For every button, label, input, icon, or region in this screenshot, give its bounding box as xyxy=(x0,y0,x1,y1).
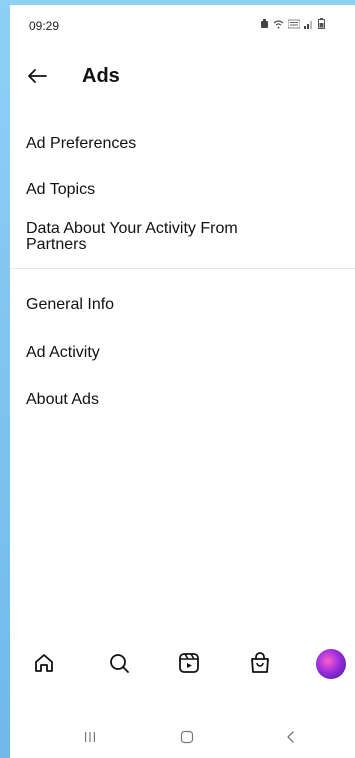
tab-shop[interactable] xyxy=(248,651,276,679)
menu-item-label-line1: Data About Your Activity From xyxy=(26,220,238,237)
bottom-tab-bar xyxy=(10,645,355,685)
profile-avatar[interactable] xyxy=(316,649,346,679)
menu-item-ad-topics[interactable]: Ad Topics xyxy=(26,181,326,199)
search-icon xyxy=(110,654,129,673)
back-button[interactable] xyxy=(24,63,50,89)
status-icons xyxy=(260,18,325,29)
wifi-icon xyxy=(273,19,284,28)
menu-item-ad-activity[interactable]: Ad Activity xyxy=(26,344,326,362)
tab-search[interactable] xyxy=(107,651,135,679)
status-time: 09:29 xyxy=(29,19,60,33)
system-nav-bar xyxy=(10,713,355,758)
menu-item-ad-preferences[interactable]: Ad Preferences xyxy=(26,135,326,153)
home-icon xyxy=(35,654,53,672)
menu-item-label-line2: Partners xyxy=(26,236,87,253)
tab-reels[interactable] xyxy=(177,651,205,679)
app-screen: 09:29 Ads Ad Preferences Ad Topics Data … xyxy=(10,5,355,758)
menu-item-general-info[interactable]: General Info xyxy=(26,296,326,314)
tab-home[interactable] xyxy=(32,651,60,679)
recent-apps-icon xyxy=(85,732,95,742)
arrow-left-icon xyxy=(28,69,47,83)
back-nav-button[interactable] xyxy=(281,727,301,747)
volte-icon xyxy=(288,19,300,28)
page-title: Ads xyxy=(82,65,120,87)
alarm-icon xyxy=(261,18,268,28)
reels-icon xyxy=(179,653,199,673)
recent-apps-button[interactable] xyxy=(80,727,100,747)
menu-item-about-ads[interactable]: About Ads xyxy=(26,391,326,409)
device-frame: 09:29 Ads Ad Preferences Ad Topics Data … xyxy=(0,0,355,758)
status-bar: 09:29 xyxy=(10,5,355,49)
home-nav-button[interactable] xyxy=(177,727,197,747)
home-button-icon xyxy=(180,730,194,744)
signal-icon xyxy=(304,20,312,29)
shop-icon xyxy=(251,652,269,673)
header: Ads xyxy=(10,55,355,95)
menu-item-data-about-activity[interactable]: Data About Your Activity From Partners xyxy=(26,221,326,253)
back-nav-icon xyxy=(287,731,294,743)
section-divider xyxy=(10,268,355,269)
battery-icon xyxy=(318,18,325,29)
